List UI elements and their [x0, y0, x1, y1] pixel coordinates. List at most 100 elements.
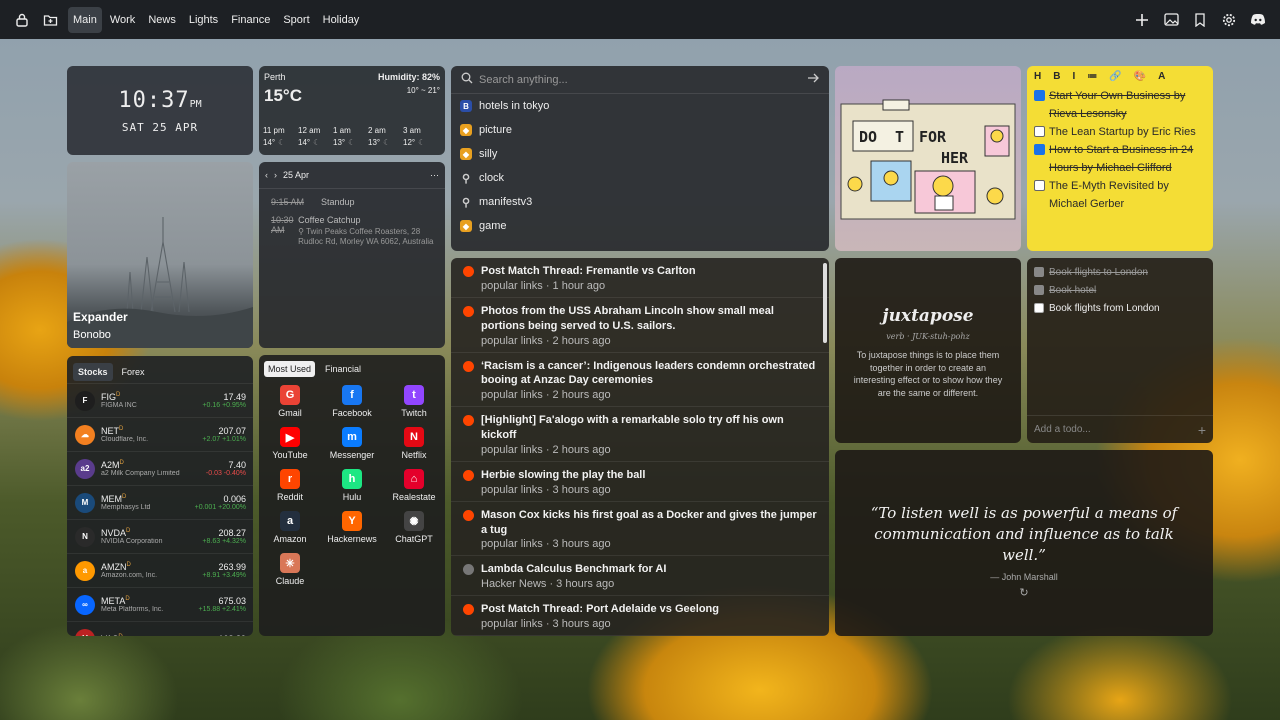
tab-lights[interactable]: Lights: [184, 7, 223, 33]
feed-item[interactable]: ‘Racism is a cancer’: Indigenous leaders…: [451, 353, 829, 408]
note-tool-3[interactable]: ≔: [1087, 71, 1097, 82]
note-checkbox[interactable]: [1034, 144, 1045, 155]
feed-item[interactable]: [Highlight] Fa'alogo with a remarkable s…: [451, 407, 829, 462]
note-tool-5[interactable]: 🎨: [1134, 71, 1146, 82]
note-line[interactable]: The Lean Startup by Eric Ries: [1027, 123, 1213, 141]
feed-title: Post Match Thread: Fremantle vs Carlton: [481, 265, 696, 277]
todo-checkbox[interactable]: [1034, 303, 1044, 313]
hackernews-icon: Y: [342, 511, 362, 531]
search-suggestion[interactable]: ◆ game: [451, 214, 829, 238]
tab-finance[interactable]: Finance: [226, 7, 275, 33]
feed-item[interactable]: Mason Cox kicks his first goal as a Dock…: [451, 502, 829, 557]
todo-widget: Book flights to London Book hotel Book fli…: [1027, 258, 1213, 443]
note-line[interactable]: Start Your Own Business by Rieva Lesonsk…: [1027, 87, 1213, 123]
todo-item[interactable]: Book flights from London: [1027, 299, 1213, 317]
shortcut-gmail[interactable]: G Gmail: [259, 385, 321, 418]
note-checkbox[interactable]: [1034, 90, 1045, 101]
note-tool-1[interactable]: B: [1053, 71, 1060, 82]
stock-row[interactable]: a2 A2MD a2 Milk Company Limited 7.40 -0.03 -…: [67, 451, 253, 485]
note-checkbox[interactable]: [1034, 180, 1045, 191]
shortcut-reddit[interactable]: r Reddit: [259, 469, 321, 502]
feed-item-body: ‘Racism is a cancer’: Indigenous leaders…: [481, 359, 819, 402]
more-icon[interactable]: ···: [430, 170, 439, 180]
search-input[interactable]: [479, 73, 807, 86]
stock-row[interactable]: ☁ NETD Cloudflare, Inc. 207.07 +2.07 +1.01%: [67, 417, 253, 451]
stock-row[interactable]: M MEMD Memphasys Ltd 0.006 +0.001 +20.00%: [67, 485, 253, 519]
search-suggestion[interactable]: ◆ silly: [451, 142, 829, 166]
shortcut-twitch[interactable]: t Twitch: [383, 385, 445, 418]
market-closed-icon: D: [116, 392, 121, 398]
shortcut-youtube[interactable]: ▶ YouTube: [259, 427, 321, 460]
stock-row[interactable]: a AMZND Amazon.com, Inc. 263.99 +8.91 +3.49%: [67, 553, 253, 587]
shortcut-claude[interactable]: ✳ Claude: [259, 553, 321, 586]
tab-main[interactable]: Main: [68, 6, 102, 33]
todo-checkbox[interactable]: [1034, 285, 1044, 295]
tab-stocks[interactable]: Stocks: [73, 363, 113, 381]
feed-item[interactable]: Lambda Calculus Benchmark for AI Hacker N…: [451, 556, 829, 597]
lock-icon[interactable]: [8, 6, 36, 34]
shortcut-facebook[interactable]: f Facebook: [321, 385, 383, 418]
feed-item[interactable]: Herbie slowing the play the ball popular …: [451, 462, 829, 502]
todo-checkbox[interactable]: [1034, 267, 1044, 277]
tab-forex[interactable]: Forex: [117, 363, 150, 381]
note-tool-2[interactable]: I: [1072, 71, 1075, 82]
todo-item[interactable]: Book flights to London: [1027, 263, 1213, 281]
stock-row[interactable]: F FIGD FIGMA INC 17.49 +0.16 +0.95%: [67, 383, 253, 417]
refresh-icon[interactable]: ↻: [835, 586, 1213, 599]
source-icon: [463, 564, 474, 576]
shortcut-messenger[interactable]: m Messenger: [321, 427, 383, 460]
stock-row[interactable]: ∞ METAD Meta Platforms, Inc. 675.03 +15.88 +…: [67, 587, 253, 621]
shortcut-chatgpt[interactable]: ✺ ChatGPT: [383, 511, 445, 544]
tab-most-used[interactable]: Most Used: [264, 361, 316, 377]
shortcut-realestate[interactable]: ⌂ Realestate: [383, 469, 445, 502]
search-suggestion[interactable]: ⚲ clock: [451, 166, 829, 190]
add-todo-input[interactable]: [1034, 424, 1198, 435]
feed-item[interactable]: Photos from the USS Abraham Lincoln show…: [451, 298, 829, 353]
bookmark-icon[interactable]: [1186, 6, 1214, 34]
todo-text: Book flights to London: [1049, 266, 1148, 278]
source-icon: [463, 469, 474, 481]
stock-row[interactable]: VVASD108.89: [67, 621, 253, 636]
search-suggestion[interactable]: ⚲ manifestv3: [451, 190, 829, 214]
chevron-left-icon[interactable]: ‹: [265, 170, 268, 180]
tab-financial[interactable]: Financial: [321, 361, 365, 377]
feed-item-body: Post Match Thread: Port Adelaide vs Geel…: [481, 602, 719, 630]
add-todo-icon[interactable]: +: [1198, 422, 1206, 438]
music-widget[interactable]: Expander Bonobo: [67, 162, 253, 348]
gear-icon[interactable]: [1215, 6, 1243, 34]
calendar-event[interactable]: 10:30 AM Coffee Catchup ⚲ Twin Peaks Coffe…: [259, 207, 445, 248]
tab-news[interactable]: News: [143, 7, 181, 33]
todo-item[interactable]: Book hotel: [1027, 281, 1213, 299]
tab-sport[interactable]: Sport: [278, 7, 314, 33]
feed-item[interactable]: Post Match Thread: Port Adelaide vs Geel…: [451, 596, 829, 636]
stock-row[interactable]: N NVDAD NVIDIA Corporation 208.27 +8.63 +4.3…: [67, 519, 253, 553]
note-tool-0[interactable]: H: [1034, 71, 1041, 82]
arrow-right-icon[interactable]: [807, 71, 819, 89]
discord-icon[interactable]: [1244, 6, 1272, 34]
note-checkbox[interactable]: [1034, 126, 1045, 137]
search-suggestion[interactable]: ◆ picture: [451, 118, 829, 142]
stock-change: +15.88 +2.41%: [198, 606, 247, 613]
shortcut-amazon[interactable]: a Amazon: [259, 511, 321, 544]
feed-item[interactable]: Post Match Thread: Fremantle vs Carlton p…: [451, 258, 829, 298]
add-icon[interactable]: [1128, 6, 1156, 34]
add-folder-icon[interactable]: [36, 6, 64, 34]
shortcut-netflix[interactable]: N Netflix: [383, 427, 445, 460]
feed-scrollbar[interactable]: [823, 263, 827, 343]
calendar-event[interactable]: 9:15 AM Standup: [259, 189, 445, 207]
search-suggestion[interactable]: Bhotels in tokyo: [451, 94, 829, 118]
note-line[interactable]: How to Start a Business in 24 Hours by M…: [1027, 141, 1213, 177]
weather-hour-time: 11 pm: [263, 126, 285, 135]
notes-widget[interactable]: H B I ≔ 🔗 🎨 A Start Your Own Business by Rieva…: [1027, 66, 1213, 251]
chevron-right-icon[interactable]: ›: [274, 170, 277, 180]
shortcut-hulu[interactable]: h Hulu: [321, 469, 383, 502]
image-icon[interactable]: [1157, 6, 1185, 34]
shortcut-hackernews[interactable]: Y Hackernews: [321, 511, 383, 544]
search-icon: [461, 71, 473, 89]
tab-holiday[interactable]: Holiday: [318, 7, 365, 33]
note-line[interactable]: The E-Myth Revisited by Michael Gerber: [1027, 177, 1213, 213]
note-tool-6[interactable]: A: [1158, 71, 1165, 82]
tab-work[interactable]: Work: [105, 7, 140, 33]
note-tool-4[interactable]: 🔗: [1109, 71, 1121, 82]
stock-symbol: METAD: [101, 596, 199, 606]
